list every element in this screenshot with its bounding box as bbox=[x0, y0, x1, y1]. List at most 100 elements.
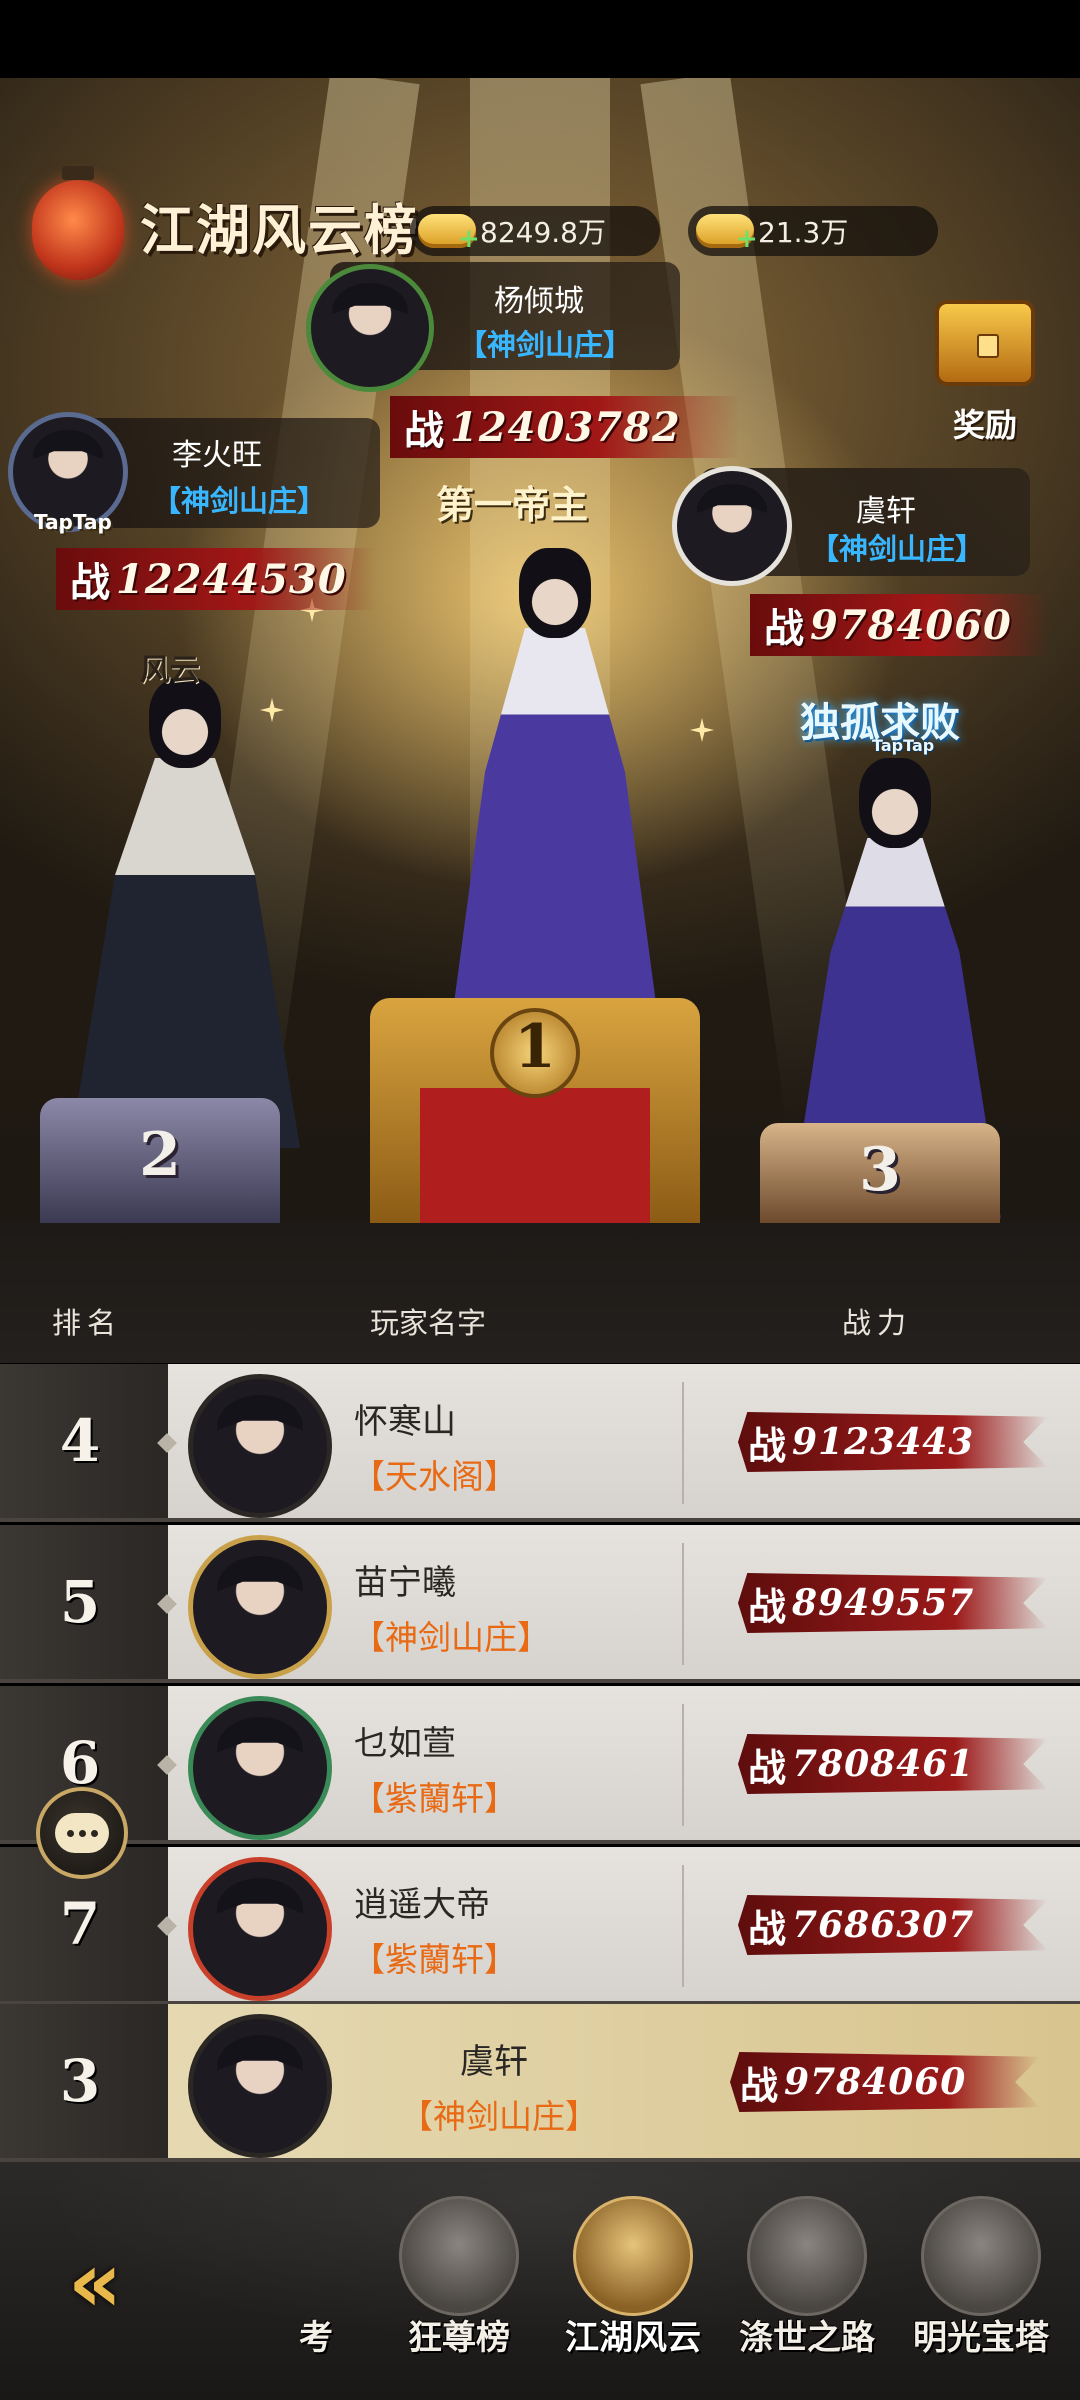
power-value: 12244530 bbox=[116, 555, 347, 603]
row-guild: 【紫蘭轩】 bbox=[352, 1779, 517, 1818]
pedestal-first: 1 bbox=[370, 998, 700, 1223]
nav-kuangzun[interactable]: 狂尊榜 bbox=[374, 2196, 544, 2386]
power-prefix: 战 bbox=[740, 2062, 779, 2108]
table-row[interactable]: 4 怀寒山 【天水阁】 战 9123443 bbox=[0, 1364, 1080, 1522]
pedestal-third: 3 bbox=[760, 1123, 1000, 1223]
row-guild: 【天水阁】 bbox=[352, 1457, 517, 1496]
my-rank-row[interactable]: 3 虞轩 【神剑山庄】 战 9784060 bbox=[0, 2004, 1080, 2162]
mountain-icon bbox=[747, 2196, 867, 2316]
table-row[interactable]: 5 苗宁曦 【神剑山庄】 战 8949557 bbox=[0, 1525, 1080, 1683]
power-prefix: 战 bbox=[748, 1422, 787, 1468]
power-value: 8949557 bbox=[792, 1582, 975, 1624]
player-name: 杨倾城 bbox=[494, 284, 584, 319]
avatar-third[interactable] bbox=[672, 466, 792, 586]
power-second: 战 12244530 bbox=[56, 548, 376, 610]
status-bar bbox=[0, 0, 1080, 78]
pagoda-icon bbox=[921, 2196, 1041, 2316]
row-power: 战 9784060 bbox=[730, 2052, 1040, 2112]
row-guild: 【神剑山庄】 bbox=[352, 1618, 550, 1657]
power-value: 9784060 bbox=[810, 601, 1012, 649]
avatar-badge-second: TapTap bbox=[34, 510, 112, 534]
power-value: 7686307 bbox=[792, 1904, 975, 1946]
title-badge-third-sub: TapTap bbox=[872, 736, 935, 755]
power-value: 9123443 bbox=[792, 1421, 975, 1463]
leaderboard-header: 排名 玩家名字 战力 bbox=[0, 1223, 1080, 1363]
player-guild: 【神剑山庄】 bbox=[458, 328, 633, 362]
avatar[interactable] bbox=[188, 1535, 332, 1679]
chat-button[interactable] bbox=[36, 1787, 128, 1879]
title-badge-first: 第一帝主 bbox=[436, 482, 589, 527]
row-player-name: 怀寒山 bbox=[354, 1402, 456, 1442]
avatar[interactable] bbox=[188, 1374, 332, 1518]
row-guild: 【神剑山庄】 bbox=[400, 2097, 598, 2136]
power-value: 12403782 bbox=[450, 403, 681, 451]
row-rank: 3 bbox=[59, 2047, 101, 2115]
power-prefix: 战 bbox=[70, 559, 110, 606]
power-prefix: 战 bbox=[764, 605, 804, 652]
table-row[interactable]: 7 逍遥大帝 【紫蘭轩】 战 7686307 bbox=[0, 1847, 1080, 2005]
player-guild: 【神剑山庄】 bbox=[152, 484, 327, 518]
avatar[interactable] bbox=[188, 2014, 332, 2158]
nav-jianghu[interactable]: 江湖风云 bbox=[548, 2196, 718, 2386]
pedestal-second: 2 bbox=[40, 1098, 280, 1223]
currency-silver-value: 8249.8万 bbox=[480, 216, 606, 249]
pedestal-rank-3: 3 bbox=[859, 1135, 901, 1205]
currency-silver[interactable]: + 8249.8万 bbox=[410, 206, 660, 256]
row-rank: 5 bbox=[59, 1568, 101, 1636]
row-power: 战 9123443 bbox=[738, 1412, 1048, 1472]
table-row[interactable]: 6 乜如萱 【紫蘭轩】 战 7808461 bbox=[0, 1686, 1080, 1844]
title-badge-second: 风云 bbox=[140, 653, 200, 688]
row-power: 战 7808461 bbox=[738, 1734, 1048, 1794]
nav-mingguang[interactable]: 明光宝塔 bbox=[896, 2196, 1066, 2386]
row-player-name: 虞轩 bbox=[460, 2042, 528, 2082]
header-power: 战力 bbox=[842, 1306, 913, 1340]
header-rank: 排名 bbox=[52, 1306, 123, 1340]
nav-label: 明光宝塔 bbox=[913, 2318, 1049, 2358]
back-button[interactable]: « bbox=[30, 2232, 160, 2332]
row-guild: 【紫蘭轩】 bbox=[352, 1940, 517, 1979]
power-first: 战 12403782 bbox=[390, 396, 740, 458]
chat-bubble-icon bbox=[55, 1813, 109, 1853]
nav-dishi[interactable]: 涤世之路 bbox=[722, 2196, 892, 2386]
power-value: 9784060 bbox=[784, 2061, 967, 2103]
nav-label: 涤世之路 bbox=[739, 2318, 875, 2358]
row-power: 战 8949557 bbox=[738, 1573, 1048, 1633]
hero-figure-second bbox=[60, 678, 310, 1148]
row-power: 战 7686307 bbox=[738, 1895, 1048, 1955]
row-player-name: 逍遥大帝 bbox=[354, 1885, 490, 1925]
reward-button[interactable]: 奖励 bbox=[915, 290, 1055, 444]
lantern-icon bbox=[32, 166, 124, 280]
add-icon: + bbox=[458, 224, 480, 254]
player-guild: 【神剑山庄】 bbox=[810, 532, 985, 566]
avatar[interactable] bbox=[188, 1857, 332, 2001]
nav-partial-label: 考 bbox=[299, 2318, 333, 2358]
page-title: 江湖风云榜 bbox=[140, 198, 420, 262]
nav-label: 江湖风云 bbox=[565, 2318, 701, 2358]
currency-gold[interactable]: + 21.3万 bbox=[688, 206, 938, 256]
power-prefix: 战 bbox=[748, 1744, 787, 1790]
row-player-name: 乜如萱 bbox=[354, 1724, 456, 1764]
reward-label: 奖励 bbox=[952, 406, 1017, 444]
currency-gold-value: 21.3万 bbox=[758, 216, 849, 249]
dragon-emblem-icon bbox=[573, 2196, 693, 2316]
power-third: 战 9784060 bbox=[750, 594, 1050, 656]
add-icon: + bbox=[736, 224, 758, 254]
pedestal-rank-1: 1 bbox=[514, 1012, 556, 1082]
nav-label: 狂尊榜 bbox=[408, 2318, 510, 2358]
avatar-first[interactable] bbox=[306, 264, 434, 392]
dragon-scroll-icon bbox=[399, 2196, 519, 2316]
avatar[interactable] bbox=[188, 1696, 332, 1840]
pedestal-rank-2: 2 bbox=[139, 1120, 181, 1190]
header-player: 玩家名字 bbox=[370, 1306, 487, 1340]
power-prefix: 战 bbox=[748, 1905, 787, 1951]
treasure-chest-icon bbox=[935, 300, 1035, 386]
back-arrow-icon: « bbox=[67, 2233, 123, 2331]
row-rank: 4 bbox=[59, 1407, 101, 1475]
power-value: 7808461 bbox=[792, 1743, 975, 1785]
power-prefix: 战 bbox=[404, 407, 444, 454]
row-player-name: 苗宁曦 bbox=[354, 1563, 456, 1603]
player-name: 李火旺 bbox=[172, 438, 262, 473]
nav-partial[interactable]: 考 bbox=[286, 2196, 346, 2386]
power-prefix: 战 bbox=[748, 1583, 787, 1629]
player-name: 虞轩 bbox=[856, 494, 916, 529]
